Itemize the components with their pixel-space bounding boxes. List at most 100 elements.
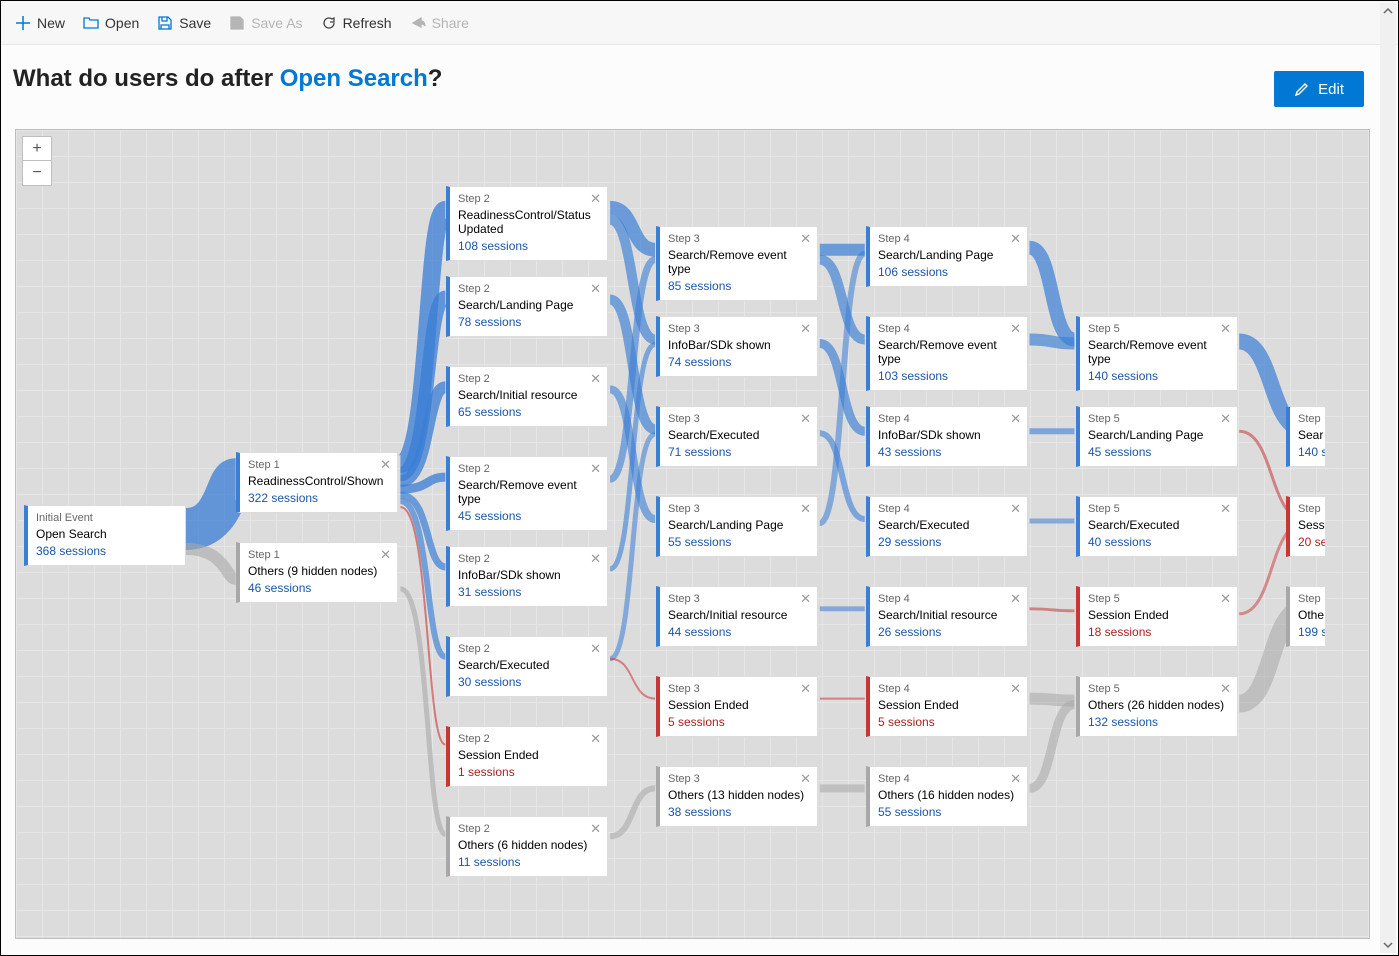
flow-node[interactable]: Step 3Others (13 hidden nodes)38 session… — [656, 766, 818, 827]
close-icon[interactable]: ✕ — [590, 281, 601, 297]
flow-node[interactable]: Step 1ReadinessControl/Shown322 sessions… — [236, 452, 398, 513]
flow-node[interactable]: Step 4Session Ended5 sessions✕ — [866, 676, 1028, 737]
title-suffix: ? — [428, 65, 443, 92]
flow-node[interactable]: Step 5Search/Landing Page45 sessions✕ — [1076, 406, 1238, 467]
close-icon[interactable]: ✕ — [590, 191, 601, 207]
flow-node[interactable]: Step 4Search/Executed29 sessions✕ — [866, 496, 1028, 557]
node-sessions: 31 sessions — [458, 585, 599, 599]
close-icon[interactable]: ✕ — [800, 411, 811, 427]
new-button[interactable]: New — [15, 15, 65, 31]
scroll-up-button[interactable] — [1380, 3, 1396, 19]
zoom-in-button[interactable]: + — [23, 137, 51, 161]
flow-node[interactable]: Step 3Search/Landing Page55 sessions✕ — [656, 496, 818, 557]
refresh-button[interactable]: Refresh — [321, 15, 392, 31]
flow-node[interactable]: Step 5Search/Remove event type140 sessio… — [1076, 316, 1238, 391]
close-icon[interactable]: ✕ — [800, 231, 811, 247]
close-icon[interactable]: ✕ — [800, 501, 811, 517]
close-icon[interactable]: ✕ — [590, 461, 601, 477]
node-step: Step 4 — [878, 683, 1019, 695]
flow-node[interactable]: Step 4InfoBar/SDk shown43 sessions✕ — [866, 406, 1028, 467]
close-icon[interactable]: ✕ — [800, 591, 811, 607]
zoom-out-button[interactable]: − — [23, 161, 51, 185]
node-sessions: 44 sessions — [668, 625, 809, 639]
node-title: Search/Landing Page — [668, 515, 809, 535]
flow-node[interactable]: Initial EventOpen Search368 sessions — [24, 505, 186, 566]
node-title: Search/Remove event type — [458, 475, 599, 509]
node-sessions: 85 sessions — [668, 279, 809, 293]
close-icon[interactable]: ✕ — [1010, 771, 1021, 787]
close-icon[interactable]: ✕ — [590, 551, 601, 567]
close-icon[interactable]: ✕ — [1010, 321, 1021, 337]
flow-node[interactable]: Step 5Search/Executed40 sessions✕ — [1076, 496, 1238, 557]
node-title: Others (6 hidden nodes) — [458, 835, 599, 855]
flow-node[interactable]: Step 4Others (16 hidden nodes)55 session… — [866, 766, 1028, 827]
flow-node[interactable]: Step 2Search/Landing Page78 sessions✕ — [446, 276, 608, 337]
node-step: Step 2 — [458, 643, 599, 655]
close-icon[interactable]: ✕ — [1220, 591, 1231, 607]
close-icon[interactable]: ✕ — [590, 731, 601, 747]
close-icon[interactable]: ✕ — [1010, 231, 1021, 247]
flow-node[interactable]: Step 5Session Ended18 sessions✕ — [1076, 586, 1238, 647]
flow-node[interactable]: Step 4Search/Remove event type103 sessio… — [866, 316, 1028, 391]
flow-node[interactable]: Step 4Search/Initial resource26 sessions… — [866, 586, 1028, 647]
flow-node[interactable]: Step 2InfoBar/SDk shown31 sessions✕ — [446, 546, 608, 607]
plus-icon — [15, 15, 31, 31]
node-title: Search/Executed — [668, 425, 809, 445]
flow-node[interactable]: Step 3Search/Remove event type85 session… — [656, 226, 818, 301]
vertical-scrollbar[interactable] — [1380, 3, 1396, 953]
close-icon[interactable]: ✕ — [1220, 681, 1231, 697]
node-step: Step 2 — [458, 283, 599, 295]
flow-node[interactable]: Step 3Search/Executed71 sessions✕ — [656, 406, 818, 467]
flow-node[interactable]: StepSear140 s✕ — [1286, 406, 1326, 467]
save-button[interactable]: Save — [157, 15, 211, 31]
close-icon[interactable]: ✕ — [1220, 321, 1231, 337]
save-as-label: Save As — [251, 15, 302, 31]
flow-node[interactable]: StepSessi20 se✕ — [1286, 496, 1326, 557]
node-step: Step — [1298, 593, 1317, 605]
close-icon[interactable]: ✕ — [1220, 501, 1231, 517]
close-icon[interactable]: ✕ — [1220, 411, 1231, 427]
close-icon[interactable]: ✕ — [800, 681, 811, 697]
close-icon[interactable]: ✕ — [1010, 591, 1021, 607]
node-title: Othe — [1298, 605, 1317, 625]
open-button[interactable]: Open — [83, 15, 139, 31]
flow-node[interactable]: Step 1Others (9 hidden nodes)46 sessions… — [236, 542, 398, 603]
close-icon[interactable]: ✕ — [800, 321, 811, 337]
flow-node[interactable]: Step 4Search/Landing Page106 sessions✕ — [866, 226, 1028, 287]
close-icon[interactable]: ✕ — [1010, 411, 1021, 427]
close-icon[interactable]: ✕ — [590, 371, 601, 387]
node-sessions: 43 sessions — [878, 445, 1019, 459]
flow-node[interactable]: Step 3Search/Initial resource44 sessions… — [656, 586, 818, 647]
node-sessions: 368 sessions — [36, 544, 177, 558]
node-step: Step 2 — [458, 733, 599, 745]
node-sessions: 108 sessions — [458, 239, 599, 253]
flow-node[interactable]: StepOthe199 s✕ — [1286, 586, 1326, 647]
edit-button[interactable]: Edit — [1274, 71, 1364, 107]
flow-node[interactable]: Step 2Search/Executed30 sessions✕ — [446, 636, 608, 697]
flow-node[interactable]: Step 2Others (6 hidden nodes)11 sessions… — [446, 816, 608, 877]
flow-node[interactable]: Step 2Search/Initial resource65 sessions… — [446, 366, 608, 427]
node-step: Step 4 — [878, 233, 1019, 245]
flow-node[interactable]: Step 5Others (26 hidden nodes)132 sessio… — [1076, 676, 1238, 737]
flow-node[interactable]: Step 2Session Ended1 sessions✕ — [446, 726, 608, 787]
node-title: Search/Landing Page — [458, 295, 599, 315]
close-icon[interactable]: ✕ — [590, 821, 601, 837]
node-step: Step 2 — [458, 373, 599, 385]
userflow-canvas[interactable]: + − — [15, 129, 1370, 939]
node-title: Others (13 hidden nodes) — [668, 785, 809, 805]
close-icon[interactable]: ✕ — [800, 771, 811, 787]
save-icon — [157, 15, 173, 31]
node-sessions: 140 sessions — [1088, 369, 1229, 383]
scroll-down-button[interactable] — [1380, 937, 1396, 953]
close-icon[interactable]: ✕ — [590, 641, 601, 657]
close-icon[interactable]: ✕ — [1010, 501, 1021, 517]
node-title: ReadinessControl/Status Updated — [458, 205, 599, 239]
flow-node[interactable]: Step 3Session Ended5 sessions✕ — [656, 676, 818, 737]
close-icon[interactable]: ✕ — [380, 547, 391, 563]
title-accent: Open Search — [280, 65, 428, 92]
flow-node[interactable]: Step 2Search/Remove event type45 session… — [446, 456, 608, 531]
close-icon[interactable]: ✕ — [380, 457, 391, 473]
flow-node[interactable]: Step 3InfoBar/SDk shown74 sessions✕ — [656, 316, 818, 377]
flow-node[interactable]: Step 2ReadinessControl/Status Updated108… — [446, 186, 608, 261]
close-icon[interactable]: ✕ — [1010, 681, 1021, 697]
